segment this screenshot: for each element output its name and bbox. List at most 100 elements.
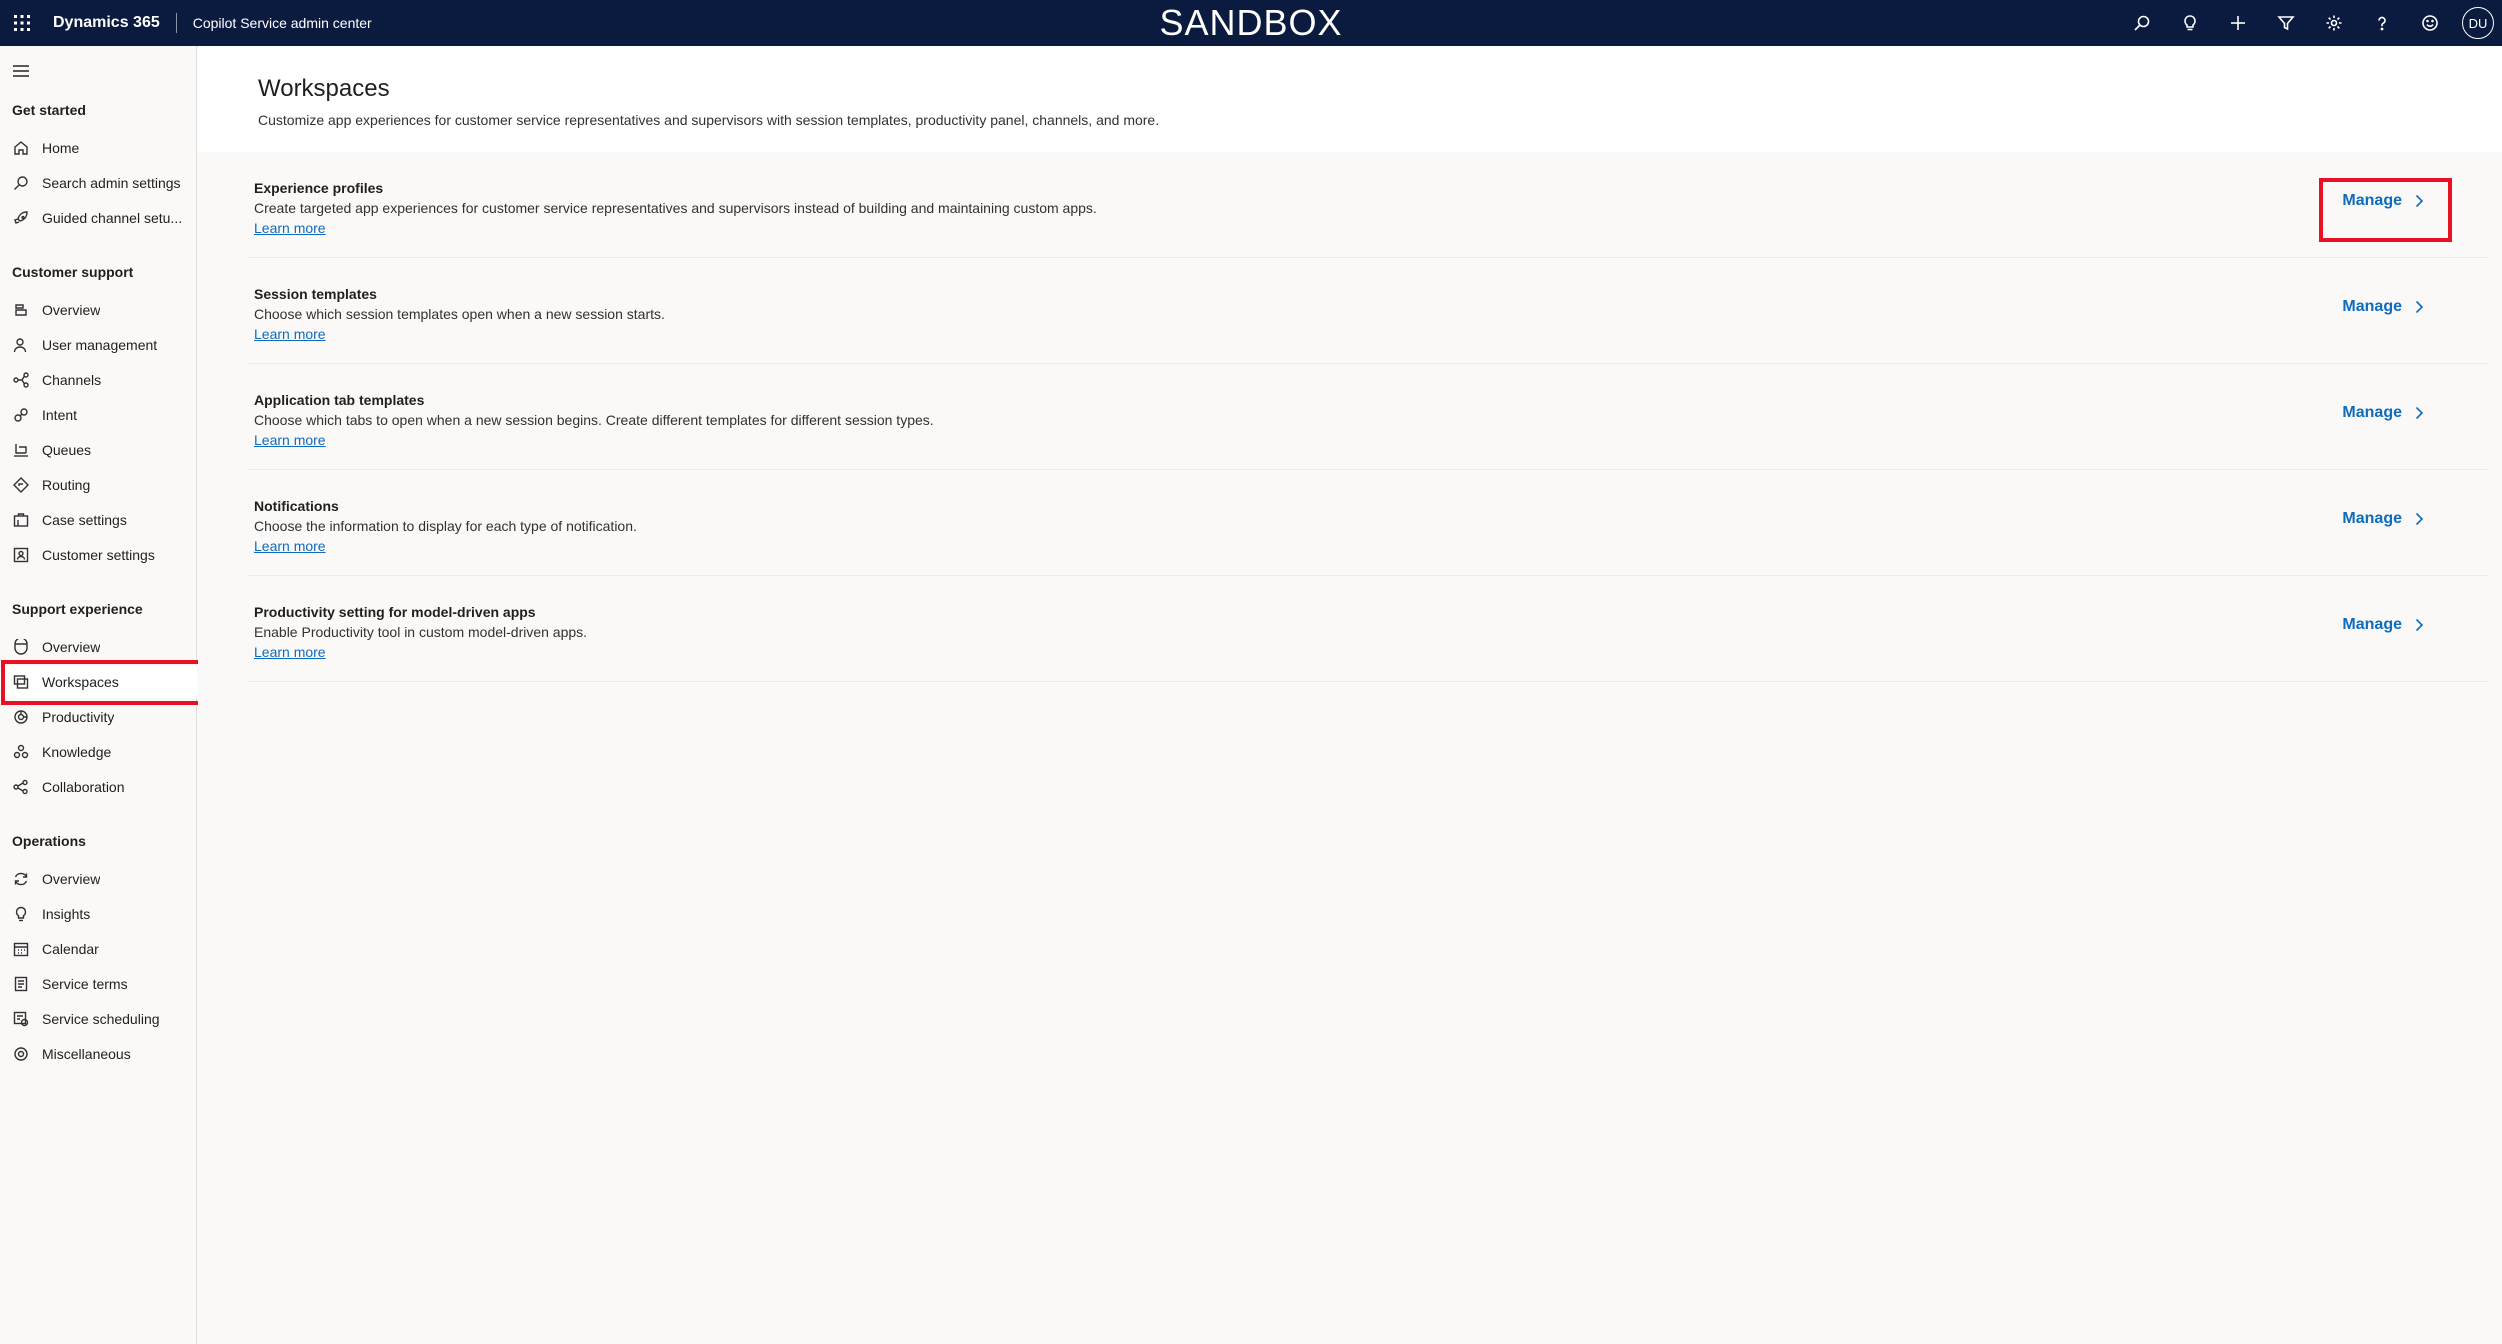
gear-icon — [12, 1045, 30, 1063]
learn-more-link[interactable]: Learn more — [254, 326, 326, 342]
refresh-icon — [12, 870, 30, 888]
page-header: Workspaces Customize app experiences for… — [198, 46, 2502, 152]
productivity-icon — [12, 708, 30, 726]
sidebar-item-label: Channels — [42, 372, 102, 388]
section-title-support-experience: Support experience — [12, 601, 143, 617]
manage-button[interactable]: Manage — [2342, 404, 2426, 422]
routing-icon — [12, 476, 30, 494]
main-content: Workspaces Customize app experiences for… — [198, 46, 2502, 1344]
sidebar-item-label: Collaboration — [42, 779, 125, 795]
sidebar-item-overview[interactable]: Overview — [0, 863, 197, 895]
sidebar-item-case-settings[interactable]: Case settings — [0, 504, 197, 536]
learn-more-link[interactable]: Learn more — [254, 538, 326, 554]
sidebar-item-productivity[interactable]: Productivity — [0, 701, 197, 733]
chevron-right-icon — [2415, 618, 2424, 632]
top-toolbar: DU — [2118, 0, 2502, 46]
sidebar-item-label: Knowledge — [42, 744, 112, 760]
intent-icon — [12, 406, 30, 424]
sidebar-item-label: Intent — [42, 407, 78, 423]
manage-button[interactable]: Manage — [2342, 616, 2426, 634]
gear-icon[interactable] — [2310, 0, 2358, 46]
sidebar-item-collaboration[interactable]: Collaboration — [0, 771, 197, 803]
learn-more-link[interactable]: Learn more — [254, 220, 326, 236]
filter-icon[interactable] — [2262, 0, 2310, 46]
learn-more-link[interactable]: Learn more — [254, 644, 326, 660]
chevron-right-icon — [2415, 406, 2424, 420]
sidebar-item-label: Overview — [42, 302, 101, 318]
sidebar-item-workspaces[interactable]: Workspaces — [0, 666, 197, 698]
smiley-icon[interactable] — [2406, 0, 2454, 46]
help-icon[interactable] — [2358, 0, 2406, 46]
card-description: Enable Productivity tool in custom model… — [254, 624, 588, 640]
workspaces-icon — [12, 673, 30, 691]
queues-icon — [12, 441, 30, 459]
sidebar-item-queues[interactable]: Queues — [0, 434, 197, 466]
manage-button[interactable]: Manage — [2342, 298, 2426, 316]
search-icon[interactable] — [2118, 0, 2166, 46]
sidebar-item-customer-settings[interactable]: Customer settings — [0, 539, 197, 571]
sidebar-item-search-admin-settings[interactable]: Search admin settings — [0, 167, 197, 199]
sidebar-item-label: Queues — [42, 442, 92, 458]
sidebar-item-overview[interactable]: Overview — [0, 294, 197, 326]
section-title-get-started: Get started — [12, 102, 86, 118]
sidebar-item-overview[interactable]: Overview — [0, 631, 197, 663]
sidebar-item-label: Productivity — [42, 709, 115, 725]
card-notifications: Notifications Choose the information to … — [248, 470, 2488, 576]
hamburger-menu-icon[interactable] — [12, 62, 30, 80]
sidebar-item-miscellaneous[interactable]: Miscellaneous — [0, 1038, 197, 1070]
sidebar-item-intent[interactable]: Intent — [0, 399, 197, 431]
sidebar-item-label: Service terms — [42, 976, 128, 992]
knowledge-icon — [12, 743, 30, 761]
plus-icon[interactable] — [2214, 0, 2262, 46]
rocket-icon — [12, 209, 30, 227]
sidebar-nav: Get started Home Search admin settings G… — [0, 46, 197, 1344]
brand-name[interactable]: Dynamics 365 — [53, 14, 160, 32]
sidebar-item-label: Calendar — [42, 941, 99, 957]
card-title: Notifications — [254, 498, 339, 514]
manage-label: Manage — [2342, 192, 2402, 209]
card-title: Productivity setting for model-driven ap… — [254, 604, 536, 620]
sidebar-item-routing[interactable]: Routing — [0, 469, 197, 501]
card-description: Choose which session templates open when… — [254, 306, 665, 322]
sidebar-item-label: User management — [42, 337, 158, 353]
card-experience-profiles: Experience profiles Create targeted app … — [248, 152, 2488, 258]
case-icon — [12, 511, 30, 529]
sidebar-item-label: Workspaces — [42, 674, 119, 690]
manage-label: Manage — [2342, 404, 2402, 421]
chevron-right-icon — [2415, 194, 2424, 208]
sidebar-item-service-terms[interactable]: Service terms — [0, 968, 197, 1000]
app-name[interactable]: Copilot Service admin center — [193, 15, 372, 31]
top-bar: Dynamics 365 Copilot Service admin cente… — [0, 0, 2502, 46]
card-description: Choose which tabs to open when a new ses… — [254, 412, 934, 428]
manage-label: Manage — [2342, 510, 2402, 527]
sidebar-item-label: Insights — [42, 906, 91, 922]
lightbulb-icon[interactable] — [2166, 0, 2214, 46]
sidebar-item-user-management[interactable]: User management — [0, 329, 197, 361]
chevron-right-icon — [2415, 300, 2424, 314]
overview-icon — [12, 638, 30, 656]
manage-label: Manage — [2342, 298, 2402, 315]
sidebar-item-label: Service scheduling — [42, 1011, 160, 1027]
sidebar-item-guided-channel-setup[interactable]: Guided channel setu... — [0, 202, 197, 234]
customer-icon — [12, 546, 30, 564]
section-title-customer-support: Customer support — [12, 264, 134, 280]
sidebar-item-channels[interactable]: Channels — [0, 364, 197, 396]
manage-button[interactable]: Manage — [2342, 510, 2426, 528]
sidebar-item-service-scheduling[interactable]: Service scheduling — [0, 1003, 197, 1035]
card-application-tab-templates: Application tab templates Choose which t… — [248, 364, 2488, 470]
sidebar-item-home[interactable]: Home — [0, 132, 197, 164]
card-productivity-setting: Productivity setting for model-driven ap… — [248, 576, 2488, 682]
sidebar-item-knowledge[interactable]: Knowledge — [0, 736, 197, 768]
terms-icon — [12, 975, 30, 993]
card-title: Session templates — [254, 286, 377, 302]
environment-label: SANDBOX — [1159, 2, 1343, 43]
sidebar-item-label: Guided channel setu... — [42, 210, 183, 226]
app-launcher-icon[interactable] — [0, 0, 44, 46]
sidebar-item-calendar[interactable]: Calendar — [0, 933, 197, 965]
collaboration-icon — [12, 778, 30, 796]
learn-more-link[interactable]: Learn more — [254, 432, 326, 448]
avatar[interactable]: DU — [2462, 7, 2494, 39]
home-icon — [12, 139, 30, 157]
sidebar-item-insights[interactable]: Insights — [0, 898, 197, 930]
manage-button[interactable]: Manage — [2342, 192, 2426, 210]
